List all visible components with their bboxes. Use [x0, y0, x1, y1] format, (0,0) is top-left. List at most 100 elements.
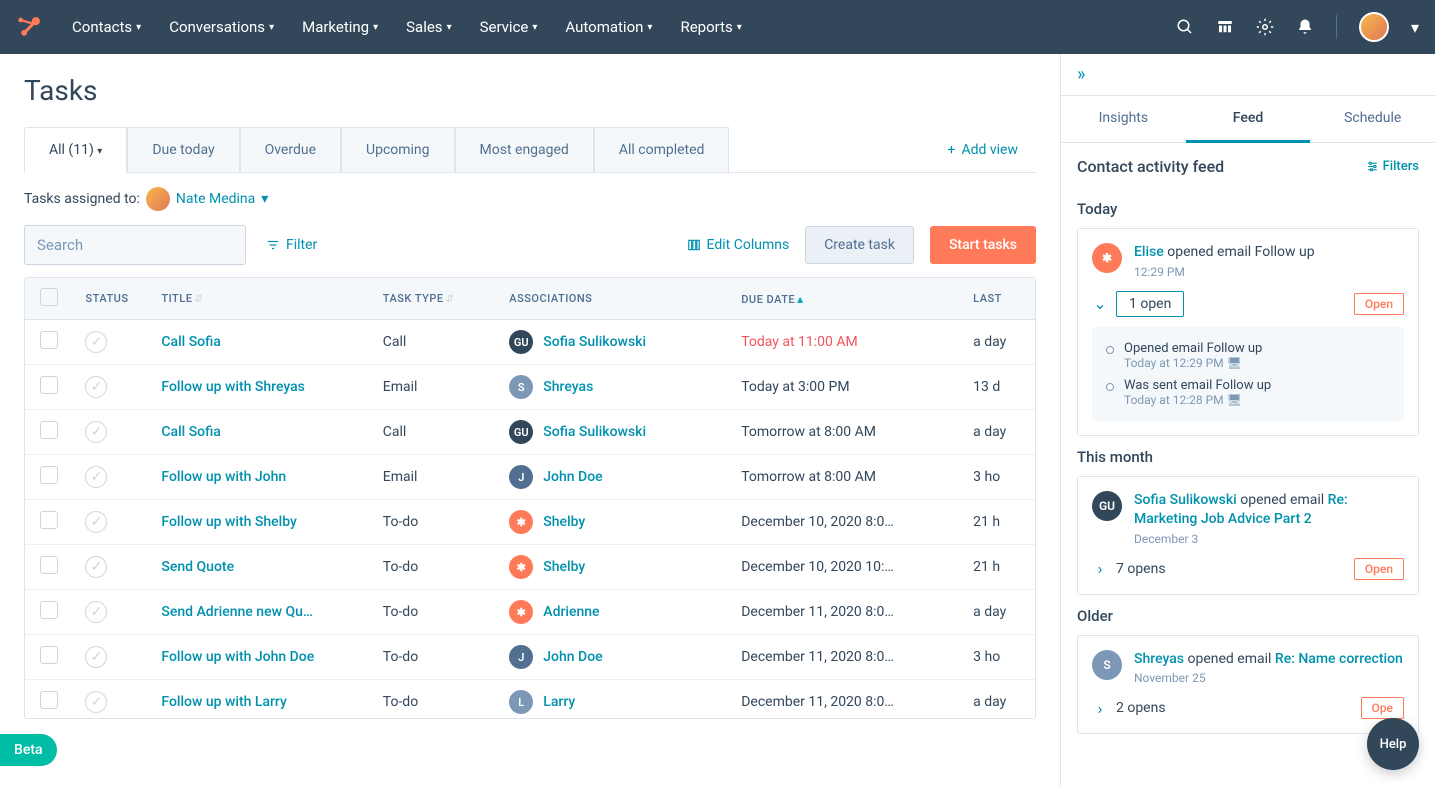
beta-badge[interactable]: Beta [0, 734, 57, 766]
view-tab-4[interactable]: Most engaged [455, 127, 594, 172]
panel-tab-schedule[interactable]: Schedule [1310, 96, 1435, 142]
row-checkbox[interactable] [40, 421, 58, 439]
col-status[interactable]: STATUS [73, 278, 149, 320]
status-circle-icon[interactable]: ✓ [85, 601, 107, 623]
status-circle-icon[interactable]: ✓ [85, 691, 107, 713]
row-checkbox[interactable] [40, 376, 58, 394]
task-title-link[interactable]: Call Sofia [161, 424, 220, 440]
nav-item-contacts[interactable]: Contacts ▾ [72, 18, 141, 36]
row-checkbox[interactable] [40, 331, 58, 349]
association-link[interactable]: Larry [543, 694, 575, 710]
col-task-type[interactable]: TASK TYPE⇵ [371, 278, 498, 320]
view-tab-3[interactable]: Upcoming [341, 127, 455, 172]
assigned-user-dropdown[interactable]: Nate Medina ▾ [146, 187, 268, 211]
nav-item-service[interactable]: Service ▾ [480, 18, 538, 36]
task-title-link[interactable]: Follow up with John Doe [161, 649, 314, 665]
opens-count[interactable]: 1 open [1116, 291, 1184, 317]
nav-item-marketing[interactable]: Marketing ▾ [302, 18, 378, 36]
status-circle-icon[interactable]: ✓ [85, 421, 107, 443]
contact-link[interactable]: Sofia Sulikowski [1134, 492, 1237, 508]
status-circle-icon[interactable]: ✓ [85, 511, 107, 533]
panel-tab-feed[interactable]: Feed [1186, 96, 1311, 143]
table-row[interactable]: ✓ Follow up with John Email JJohn Doe To… [25, 455, 1035, 500]
collapse-panel-icon[interactable]: » [1077, 64, 1085, 85]
table-row[interactable]: ✓ Send Quote To-do ✱Shelby December 10, … [25, 545, 1035, 590]
col-associations[interactable]: ASSOCIATIONS [497, 278, 729, 320]
task-title-link[interactable]: Follow up with Shreyas [161, 379, 304, 395]
marketplace-icon[interactable] [1216, 18, 1234, 36]
col-title[interactable]: TITLE⇵ [149, 278, 370, 320]
col-due-date[interactable]: DUE DATE▴ [729, 278, 961, 320]
view-tab-1[interactable]: Due today [127, 127, 239, 172]
add-view-button[interactable]: + Add view [930, 128, 1036, 172]
start-tasks-button[interactable]: Start tasks [930, 226, 1036, 264]
toolbar: Filter Edit Columns Create task Start ta… [24, 225, 1036, 277]
row-checkbox[interactable] [40, 601, 58, 619]
association-link[interactable]: Adrienne [543, 604, 599, 620]
nav-item-sales[interactable]: Sales ▾ [406, 18, 451, 36]
status-circle-icon[interactable]: ✓ [85, 331, 107, 353]
table-row[interactable]: ✓ Send Adrienne new Qu… To-do ✱Adrienne … [25, 590, 1035, 635]
help-button[interactable]: Help [1367, 718, 1419, 770]
contact-link[interactable]: Elise [1134, 244, 1164, 260]
association-link[interactable]: Shelby [543, 559, 585, 575]
search-input-wrapper[interactable] [24, 225, 246, 265]
task-title-link[interactable]: Send Quote [161, 559, 234, 575]
association-link[interactable]: John Doe [543, 649, 602, 665]
open-button[interactable]: Open [1354, 558, 1404, 580]
expand-chevron-icon[interactable]: › [1092, 559, 1108, 578]
edit-columns-button[interactable]: Edit Columns [687, 237, 790, 253]
col-last[interactable]: LAST [961, 278, 1035, 320]
feed-card-older: S Shreyas opened email Re: Name correcti… [1077, 635, 1419, 735]
notifications-icon[interactable] [1296, 18, 1314, 36]
status-circle-icon[interactable]: ✓ [85, 556, 107, 578]
nav-item-conversations[interactable]: Conversations ▾ [169, 18, 274, 36]
association-link[interactable]: Shreyas [543, 379, 593, 395]
status-circle-icon[interactable]: ✓ [85, 376, 107, 398]
select-all-checkbox[interactable] [40, 288, 58, 306]
account-chevron-icon[interactable]: ▾ [1411, 18, 1419, 37]
table-row[interactable]: ✓ Follow up with Shelby To-do ✱Shelby De… [25, 500, 1035, 545]
contact-link[interactable]: Shreyas [1134, 651, 1184, 667]
row-checkbox[interactable] [40, 466, 58, 484]
view-tab-5[interactable]: All completed [594, 127, 730, 172]
association-link[interactable]: Shelby [543, 514, 585, 530]
email-subject-link[interactable]: Re: Name correction [1275, 651, 1403, 667]
association-link[interactable]: John Doe [543, 469, 602, 485]
open-button[interactable]: Open [1354, 293, 1404, 315]
row-checkbox[interactable] [40, 511, 58, 529]
row-checkbox[interactable] [40, 646, 58, 664]
feed-filters-button[interactable]: Filters [1366, 159, 1419, 174]
view-tab-2[interactable]: Overdue [240, 127, 341, 172]
nav-item-automation[interactable]: Automation ▾ [565, 18, 652, 36]
filter-button[interactable]: Filter [266, 237, 317, 253]
due-date-cell: December 10, 2020 8:0… [729, 500, 961, 545]
search-input[interactable] [37, 236, 236, 254]
expand-chevron-icon[interactable]: › [1092, 699, 1108, 718]
row-checkbox[interactable] [40, 556, 58, 574]
expand-chevron-icon[interactable]: ⌄ [1092, 294, 1108, 313]
status-circle-icon[interactable]: ✓ [85, 646, 107, 668]
search-icon[interactable] [1176, 18, 1194, 36]
status-circle-icon[interactable]: ✓ [85, 466, 107, 488]
panel-tab-insights[interactable]: Insights [1061, 96, 1186, 142]
table-row[interactable]: ✓ Follow up with Larry To-do LLarry Dece… [25, 680, 1035, 719]
association-link[interactable]: Sofia Sulikowski [543, 334, 646, 350]
create-task-button[interactable]: Create task [805, 226, 914, 264]
association-link[interactable]: Sofia Sulikowski [543, 424, 646, 440]
task-title-link[interactable]: Follow up with Larry [161, 694, 286, 710]
task-title-link[interactable]: Follow up with Shelby [161, 514, 296, 530]
open-button[interactable]: Ope [1361, 697, 1404, 719]
row-checkbox[interactable] [40, 691, 58, 709]
table-row[interactable]: ✓ Call Sofia Call GUSofia Sulikowski Tom… [25, 410, 1035, 455]
table-row[interactable]: ✓ Follow up with Shreyas Email SShreyas … [25, 365, 1035, 410]
table-row[interactable]: ✓ Follow up with John Doe To-do JJohn Do… [25, 635, 1035, 680]
task-title-link[interactable]: Follow up with John [161, 469, 286, 485]
nav-item-reports[interactable]: Reports ▾ [680, 18, 741, 36]
user-avatar[interactable] [1359, 12, 1389, 42]
table-row[interactable]: ✓ Call Sofia Call GUSofia Sulikowski Tod… [25, 320, 1035, 365]
task-title-link[interactable]: Call Sofia [161, 334, 220, 350]
task-title-link[interactable]: Send Adrienne new Qu… [161, 604, 312, 620]
view-tab-0[interactable]: All (11) ▾ [24, 127, 127, 173]
settings-icon[interactable] [1256, 18, 1274, 36]
